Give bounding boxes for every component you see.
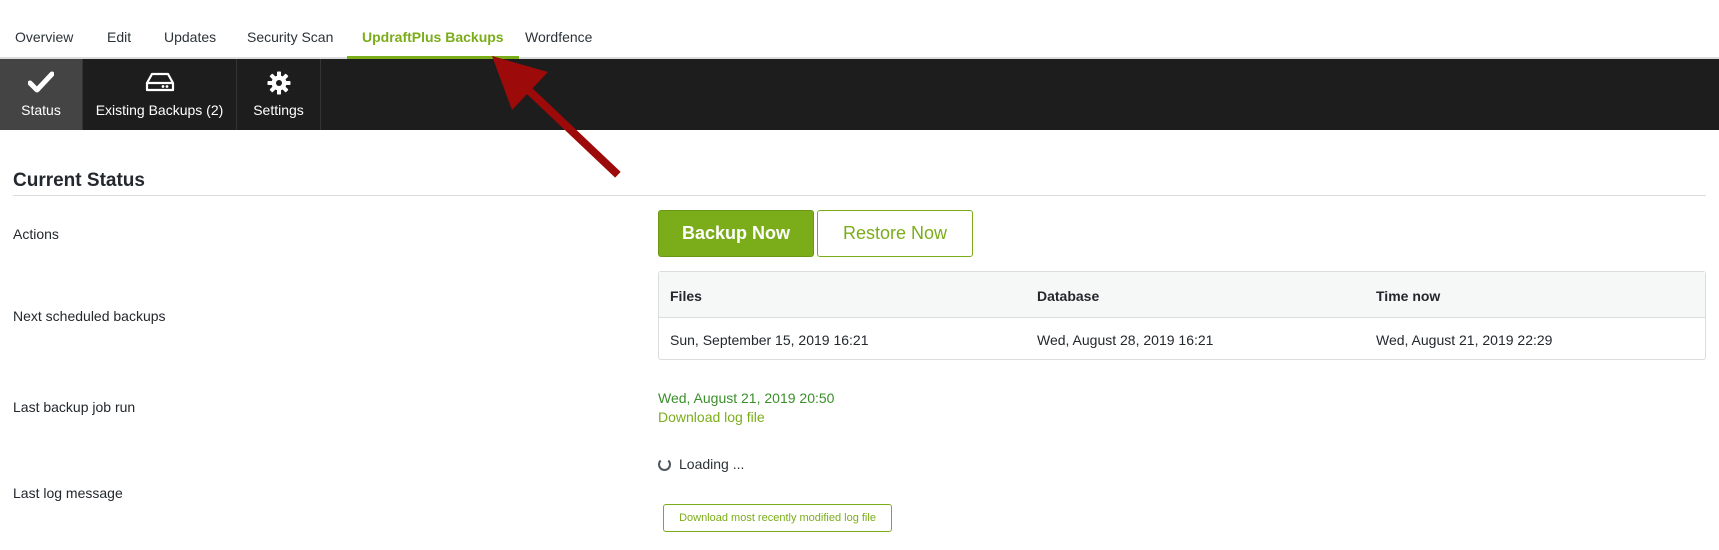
tab-updates[interactable]: Updates: [164, 29, 216, 59]
hard-drive-icon: [83, 71, 236, 93]
schedule-header-database: Database: [1037, 288, 1100, 304]
subnav-settings-label: Settings: [253, 102, 304, 118]
tab-updraftplus-backups[interactable]: UpdraftPlus Backups: [347, 29, 519, 59]
subnav-existing-backups[interactable]: Existing Backups (2): [83, 59, 237, 130]
updraft-subnav: Status Existing Backups (2) Settings: [0, 59, 1719, 130]
checkmark-icon: [0, 71, 82, 93]
last-log-label: Last log message: [13, 485, 123, 501]
section-title: Current Status: [13, 170, 145, 191]
last-job-time: Wed, August 21, 2019 20:50: [658, 390, 835, 406]
schedule-table: Files Database Time now Sun, September 1…: [658, 271, 1706, 360]
section-divider: [13, 195, 1706, 196]
subnav-settings[interactable]: Settings: [237, 59, 321, 130]
schedule-files-value: Sun, September 15, 2019 16:21: [670, 332, 869, 348]
top-tabs: Overview Edit Updates Security Scan Updr…: [0, 0, 1719, 59]
schedule-table-header: [659, 272, 1705, 318]
restore-now-button[interactable]: Restore Now: [817, 210, 973, 257]
spinner-icon: [658, 457, 671, 471]
last-job-label: Last backup job run: [13, 399, 136, 415]
schedule-time-now-value: Wed, August 21, 2019 22:29: [1376, 332, 1553, 348]
backup-now-button[interactable]: Backup Now: [658, 210, 814, 257]
schedule-database-value: Wed, August 28, 2019 16:21: [1037, 332, 1214, 348]
subnav-existing-backups-label: Existing Backups (2): [95, 102, 224, 118]
subnav-status-label: Status: [21, 102, 61, 118]
tab-edit[interactable]: Edit: [107, 29, 131, 59]
download-recent-log-button[interactable]: Download most recently modified log file: [663, 504, 892, 532]
tab-overview[interactable]: Overview: [15, 29, 73, 59]
schedule-header-files: Files: [670, 288, 702, 304]
actions-label: Actions: [13, 226, 59, 242]
tab-security-scan[interactable]: Security Scan: [247, 29, 333, 59]
download-log-link[interactable]: Download log file: [658, 409, 765, 425]
log-loading: Loading ...: [658, 456, 744, 472]
next-scheduled-label: Next scheduled backups: [13, 308, 166, 324]
tab-wordfence[interactable]: Wordfence: [525, 29, 592, 59]
log-loading-text: Loading ...: [679, 456, 745, 472]
schedule-header-time-now: Time now: [1376, 288, 1441, 304]
subnav-status[interactable]: Status: [0, 59, 83, 130]
gear-icon: [237, 71, 320, 95]
